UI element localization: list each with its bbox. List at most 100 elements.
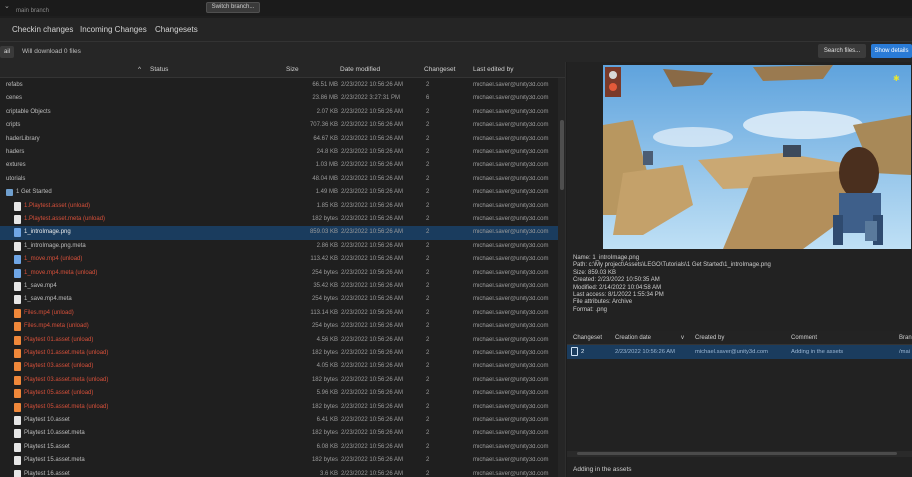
file-date: 2/23/2022 10:56:26 AM xyxy=(341,162,404,169)
file-name: Playtest 15.asset xyxy=(24,443,70,450)
file-row[interactable]: Files.mp4 (unload) 113.14 KB 2/23/2022 10:… xyxy=(0,307,558,320)
file-row[interactable]: Playtest 03.asset.meta (unload) 182 bytes… xyxy=(0,374,558,387)
file-row[interactable]: utorials 48.04 MB 2/23/2022 10:56:26 AM 2 mi… xyxy=(0,173,558,186)
details-panel: ✱ Name: 1_introImage.png Path: c:\My pro… xyxy=(567,62,912,477)
file-changeset: 2 xyxy=(426,216,430,222)
view-chip[interactable]: ail xyxy=(0,46,14,58)
file-editor: michael.saver@unity3d.com xyxy=(473,417,549,423)
file-row[interactable]: 1_move.mp4.meta (unload) 254 bytes 2/23/20… xyxy=(0,267,558,280)
column-changeset[interactable]: Changeset xyxy=(573,335,602,341)
file-size: 35.42 KB xyxy=(313,283,338,289)
column-created-by[interactable]: Created by xyxy=(695,335,724,341)
file-name: 1.Playtest.asset (unload) xyxy=(24,202,91,209)
file-size: 182 bytes xyxy=(311,350,338,356)
file-row[interactable]: 1.Playtest.asset (unload) 1.85 KB 2/23/202… xyxy=(0,200,558,213)
scrollbar-thumb[interactable] xyxy=(560,120,564,190)
file-row[interactable]: cenes 23.86 MB 2/23/2022 3:27:31 PM 6 michae… xyxy=(0,92,558,105)
file-name: criptable Objects xyxy=(6,108,51,115)
file-row[interactable]: Playtest 10.asset 6.41 KB 2/23/2022 10:56:… xyxy=(0,414,558,427)
column-changeset[interactable]: Changeset xyxy=(424,66,455,73)
show-details-button[interactable]: Show details xyxy=(871,44,912,58)
file-row[interactable]: 1_save.mp4.meta 254 bytes 2/23/2022 10:56:… xyxy=(0,293,558,306)
file-changeset: 2 xyxy=(426,269,430,276)
file-icon xyxy=(14,308,21,318)
column-status[interactable]: Status xyxy=(150,66,168,73)
meta-created: Created: 2/23/2022 10:50:35 AM xyxy=(573,277,660,284)
file-editor: michael.saver@unity3d.com xyxy=(473,363,549,370)
file-row[interactable]: Playtest 10.asset.meta 182 bytes 2/23/2022… xyxy=(0,427,558,440)
file-editor: michael.saver@unity3d.com xyxy=(473,470,549,477)
file-editor: michael.saver@unity3d.com xyxy=(473,175,549,182)
file-row[interactable]: 1.Playtest.asset.meta (unload) 182 bytes 2… xyxy=(0,213,558,226)
file-row[interactable]: Playtest 03.asset (unload) 4.05 KB 2/23/20… xyxy=(0,360,558,373)
file-editor: michael.saver@unity3d.com xyxy=(473,336,549,343)
changeset-scrollbar[interactable] xyxy=(567,451,912,457)
tab-checkin-changes[interactable]: Checkin changes xyxy=(12,25,73,34)
file-row[interactable]: refabs 66.51 MB 2/23/2022 10:56:26 AM 2 mich… xyxy=(0,79,558,92)
file-changeset: 2 xyxy=(426,122,430,129)
file-row[interactable]: Playtest 15.asset 6.08 KB 2/23/2022 10:56:… xyxy=(0,441,558,454)
file-date: 2/23/2022 10:56:26 AM xyxy=(341,323,404,330)
file-size: 66.51 MB xyxy=(312,82,338,88)
file-row[interactable]: extures 1.03 MB 2/23/2022 10:56:26 AM 2 mich… xyxy=(0,159,558,172)
file-editor: michael.saver@unity3d.com xyxy=(473,229,549,236)
file-row[interactable]: 1_introImage.png.meta 2.86 KB 2/23/2022 10… xyxy=(0,240,558,253)
file-row[interactable]: 1 Get Started 1.49 MB 2/23/2022 10:56:26 A… xyxy=(0,186,558,199)
column-size[interactable]: Size xyxy=(286,66,299,73)
game-scene-illustration: ✱ xyxy=(603,65,911,249)
file-row[interactable]: haders 24.8 KB 2/23/2022 10:56:26 AM 2 micha… xyxy=(0,146,558,159)
file-editor: michael.saver@unity3d.com xyxy=(473,122,549,129)
chevron-down-icon[interactable]: ⌄ xyxy=(4,2,12,10)
file-icon xyxy=(14,375,21,385)
file-size: 1.85 KB xyxy=(316,202,338,209)
column-date-modified[interactable]: Date modified xyxy=(340,66,380,73)
file-row[interactable]: cripts 707.36 KB 2/23/2022 10:56:26 AM 2 mic… xyxy=(0,119,558,132)
scrollbar-thumb[interactable] xyxy=(577,452,897,455)
file-size: 182 bytes xyxy=(311,430,338,437)
file-date: 2/23/2022 10:56:26 AM xyxy=(341,242,404,249)
file-editor: michael.saver@unity3d.com xyxy=(473,82,549,88)
file-row[interactable]: 1_introImage.png 859.03 KB 2/23/2022 10:56… xyxy=(0,226,558,240)
file-row[interactable]: Playtest 15.asset.meta 182 bytes 2/23/2022… xyxy=(0,454,558,467)
file-changeset: 2 xyxy=(426,403,430,410)
file-row[interactable]: Playtest 05.asset (unload) 5.96 KB 2/23/20… xyxy=(0,387,558,400)
tab-incoming-changes[interactable]: Incoming Changes xyxy=(80,25,147,34)
file-changeset: 2 xyxy=(426,162,430,169)
column-branch[interactable]: Bran xyxy=(899,335,912,341)
changeset-row[interactable]: 2 2/23/2022 10:56:26 AM michael.saver@un… xyxy=(567,345,912,359)
file-row[interactable]: criptable Objects 2.07 KB 2/23/2022 10:56:… xyxy=(0,106,558,119)
file-changeset: 2 xyxy=(426,350,430,356)
file-row[interactable]: 1_save.mp4 35.42 KB 2/23/2022 10:56:26 AM 2… xyxy=(0,280,558,293)
file-date: 2/23/2022 10:56:26 AM xyxy=(341,430,404,437)
file-row[interactable]: Files.mp4.meta (unload) 254 bytes 2/23/202… xyxy=(0,320,558,333)
file-list-scrollbar[interactable] xyxy=(558,78,565,477)
sort-desc-icon: v xyxy=(681,335,684,341)
column-comment[interactable]: Comment xyxy=(791,335,817,341)
file-changeset: 2 xyxy=(426,443,430,450)
file-icon xyxy=(14,335,21,345)
file-editor: michael.saver@unity3d.com xyxy=(473,403,549,410)
file-row[interactable]: Playtest 05.asset.meta (unload) 182 bytes… xyxy=(0,401,558,414)
file-size: 113.42 KB xyxy=(310,256,338,263)
meta-path: Path: c:\My project\Assets\LEGO\Tutorial… xyxy=(573,262,771,269)
tab-bar: Checkin changes Incoming Changes Changes… xyxy=(0,18,912,42)
search-files-button[interactable]: Search files... xyxy=(818,44,866,58)
file-icon xyxy=(14,255,21,265)
file-name: 1_save.mp4.meta xyxy=(24,296,72,303)
file-date: 2/23/2022 10:56:26 AM xyxy=(341,216,404,222)
file-editor: michael.saver@unity3d.com xyxy=(473,350,549,356)
file-row[interactable]: Playtest 01.asset (unload) 4.56 KB 2/23/20… xyxy=(0,334,558,347)
file-row[interactable]: haderLibrary 64.67 KB 2/23/2022 10:56:26 A… xyxy=(0,133,558,146)
file-icon xyxy=(14,349,21,358)
tab-changesets[interactable]: Changesets xyxy=(155,25,198,34)
file-row[interactable]: Playtest 16.asset 3.6 KB 2/23/2022 10:56:2… xyxy=(0,468,558,477)
folder-icon xyxy=(6,189,13,197)
file-row[interactable]: Playtest 01.asset.meta (unload) 182 bytes… xyxy=(0,347,558,360)
switch-branch-button[interactable]: Switch branch... xyxy=(206,2,260,13)
column-last-edited-by[interactable]: Last edited by xyxy=(473,66,513,73)
file-row[interactable]: 1_move.mp4 (unload) 113.42 KB 2/23/2022 10… xyxy=(0,253,558,266)
file-icon xyxy=(14,322,21,332)
file-size: 64.67 KB xyxy=(313,135,338,142)
file-date: 2/23/2022 3:27:31 PM xyxy=(341,95,401,102)
column-creation-date[interactable]: Creation date xyxy=(615,335,651,341)
